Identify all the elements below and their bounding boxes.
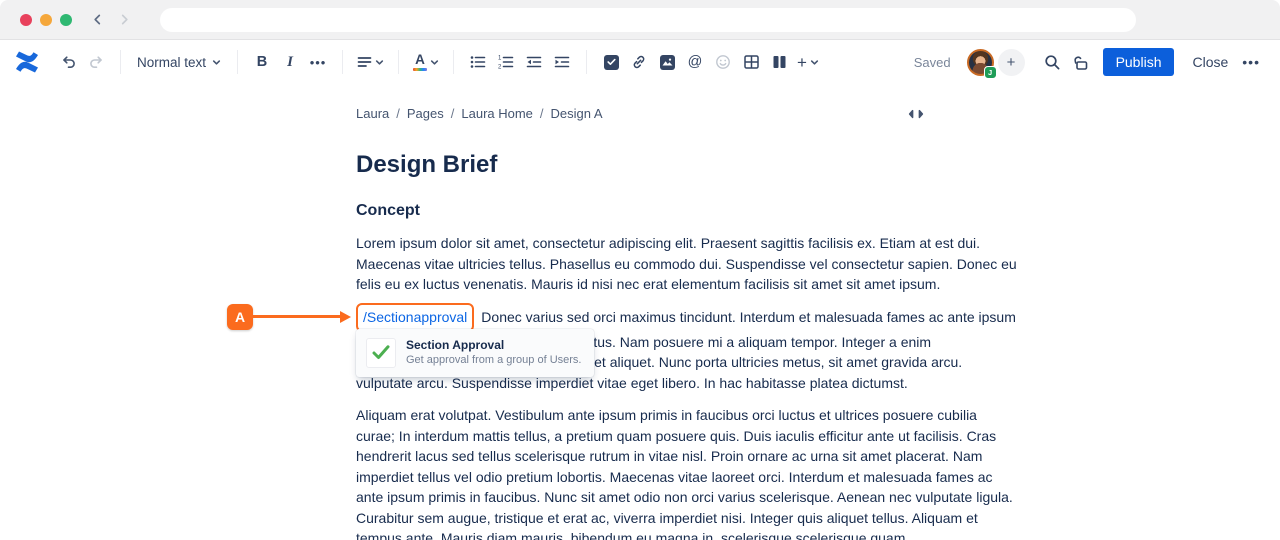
address-bar[interactable] (160, 8, 1136, 32)
text-color-dropdown[interactable]: A (411, 48, 441, 76)
editor-content: Laura / Pages / Laura Home / Design A De… (0, 84, 1280, 540)
unlocked-icon (1072, 54, 1089, 71)
text-style-value: Normal text (137, 55, 206, 70)
user-avatar[interactable]: J (967, 49, 994, 76)
svg-text:2: 2 (498, 64, 502, 69)
more-formatting-button[interactable]: ••• (306, 48, 330, 76)
text-style-dropdown[interactable]: Normal text (133, 48, 225, 76)
chevron-down-icon (212, 58, 221, 67)
close-editor-button[interactable]: Close (1184, 48, 1236, 76)
image-icon (660, 55, 675, 70)
paragraph-2[interactable]: /SectionapprovalDonec varius sed orci ma… (356, 303, 924, 394)
annotation-arrow-head-icon (340, 311, 351, 323)
slash-command-popup[interactable]: Section Approval Get approval from a gro… (356, 329, 594, 377)
undo-button[interactable] (56, 48, 80, 76)
text-line: hendrerit lacus sed tellus scelerisque r… (356, 446, 924, 467)
breadcrumb-item-design-a[interactable]: Design A (551, 106, 603, 121)
text-line: imperdiet tellus vel odio pretium lobort… (356, 467, 924, 488)
svg-text:1: 1 (498, 56, 502, 62)
slash-command-text: /Sectionapproval (363, 309, 467, 325)
breadcrumb-separator: / (540, 106, 544, 121)
browser-chrome (0, 0, 1280, 40)
back-icon[interactable] (92, 14, 103, 25)
link-icon (631, 54, 647, 70)
annotation-a: A (227, 304, 351, 330)
emoji-icon (715, 54, 731, 70)
emoji-button[interactable] (711, 48, 735, 76)
text-line: Lorem ipsum dolor sit amet, consectetur … (356, 233, 924, 254)
indent-button[interactable] (550, 48, 574, 76)
text-line: tempus ante. Mauris diam mauris, bibendu… (356, 528, 924, 540)
breadcrumb-item-laura-home[interactable]: Laura Home (461, 106, 533, 121)
close-window-button[interactable] (20, 14, 32, 26)
text-line: felis eu ex luctus venenatis. Mauris id … (356, 274, 924, 295)
slash-command-highlight[interactable]: /Sectionapproval (356, 303, 474, 332)
color-swatch-bar (413, 68, 427, 71)
publish-button[interactable]: Publish (1103, 48, 1175, 76)
editor-toolbar: Normal text B I ••• A 12 (0, 40, 1280, 84)
chevron-down-icon (375, 58, 384, 67)
breadcrumb-separator: / (396, 106, 400, 121)
paragraph-3[interactable]: Aliquam erat volutpat. Vestibulum ante i… (356, 405, 924, 540)
task-list-button[interactable] (599, 48, 623, 76)
mention-button[interactable]: @ (683, 48, 707, 76)
align-left-icon (357, 55, 372, 69)
popup-item-description: Get approval from a group of Users. (406, 353, 581, 367)
zoom-window-button[interactable] (60, 14, 72, 26)
breadcrumb: Laura / Pages / Laura Home / Design A (356, 84, 924, 121)
permissions-button[interactable] (1069, 48, 1093, 76)
text-line: Curabitur sem augue, tristique et erat a… (356, 508, 924, 529)
confluence-logo-icon[interactable] (14, 51, 40, 73)
table-icon (744, 55, 759, 69)
plus-icon: + (797, 54, 807, 71)
breadcrumb-item-pages[interactable]: Pages (407, 106, 444, 121)
outdent-button[interactable] (522, 48, 546, 76)
avatar-status-badge: J (984, 66, 997, 79)
task-checkbox-icon (604, 55, 619, 70)
table-button[interactable] (739, 48, 763, 76)
annotation-arrow-line (253, 315, 340, 318)
image-button[interactable] (655, 48, 679, 76)
add-collaborator-button[interactable]: + (998, 49, 1025, 76)
alignment-dropdown[interactable] (355, 48, 386, 76)
app-window: Normal text B I ••• A 12 (0, 0, 1280, 540)
save-status: Saved (914, 55, 951, 70)
numbered-list-button[interactable]: 12 (494, 48, 518, 76)
checkmark-icon (372, 345, 390, 360)
more-actions-button[interactable]: ••• (1236, 54, 1266, 70)
chevron-down-icon (430, 58, 439, 67)
layouts-icon (772, 55, 787, 69)
text-line: Aliquam erat volutpat. Vestibulum ante i… (356, 405, 924, 426)
text-run: Donec varius sed orci maximus tincidunt.… (481, 309, 1016, 325)
chevron-down-icon (810, 58, 819, 67)
section-approval-icon (366, 338, 396, 368)
text-line: /SectionapprovalDonec varius sed orci ma… (356, 303, 924, 332)
text-color-letter: A (415, 54, 425, 66)
insert-dropdown[interactable]: + (795, 48, 821, 76)
page-title[interactable]: Design Brief (356, 150, 924, 180)
layouts-button[interactable] (767, 48, 791, 76)
search-icon (1044, 54, 1061, 71)
bullet-list-button[interactable] (466, 48, 490, 76)
breadcrumb-separator: / (451, 106, 455, 121)
forward-icon (119, 14, 130, 25)
expand-width-icon[interactable] (908, 109, 924, 119)
bold-button[interactable]: B (250, 48, 274, 76)
breadcrumb-item-laura[interactable]: Laura (356, 106, 389, 121)
paragraph-1[interactable]: Lorem ipsum dolor sit amet, consectetur … (356, 233, 924, 295)
text-line: Maecenas vitae ultricies tellus. Phasell… (356, 254, 924, 275)
text-line: curae; In interdum mattis tellus, a pret… (356, 426, 924, 447)
search-button[interactable] (1041, 48, 1065, 76)
annotation-a-label: A (227, 304, 253, 330)
italic-button[interactable]: I (278, 48, 302, 76)
section-heading[interactable]: Concept (356, 201, 924, 221)
window-controls (20, 14, 72, 26)
text-line: ante ipsum primis in faucibus. Nunc sit … (356, 487, 924, 508)
redo-button (84, 48, 108, 76)
popup-item-title: Section Approval (406, 338, 581, 353)
minimize-window-button[interactable] (40, 14, 52, 26)
link-button[interactable] (627, 48, 651, 76)
